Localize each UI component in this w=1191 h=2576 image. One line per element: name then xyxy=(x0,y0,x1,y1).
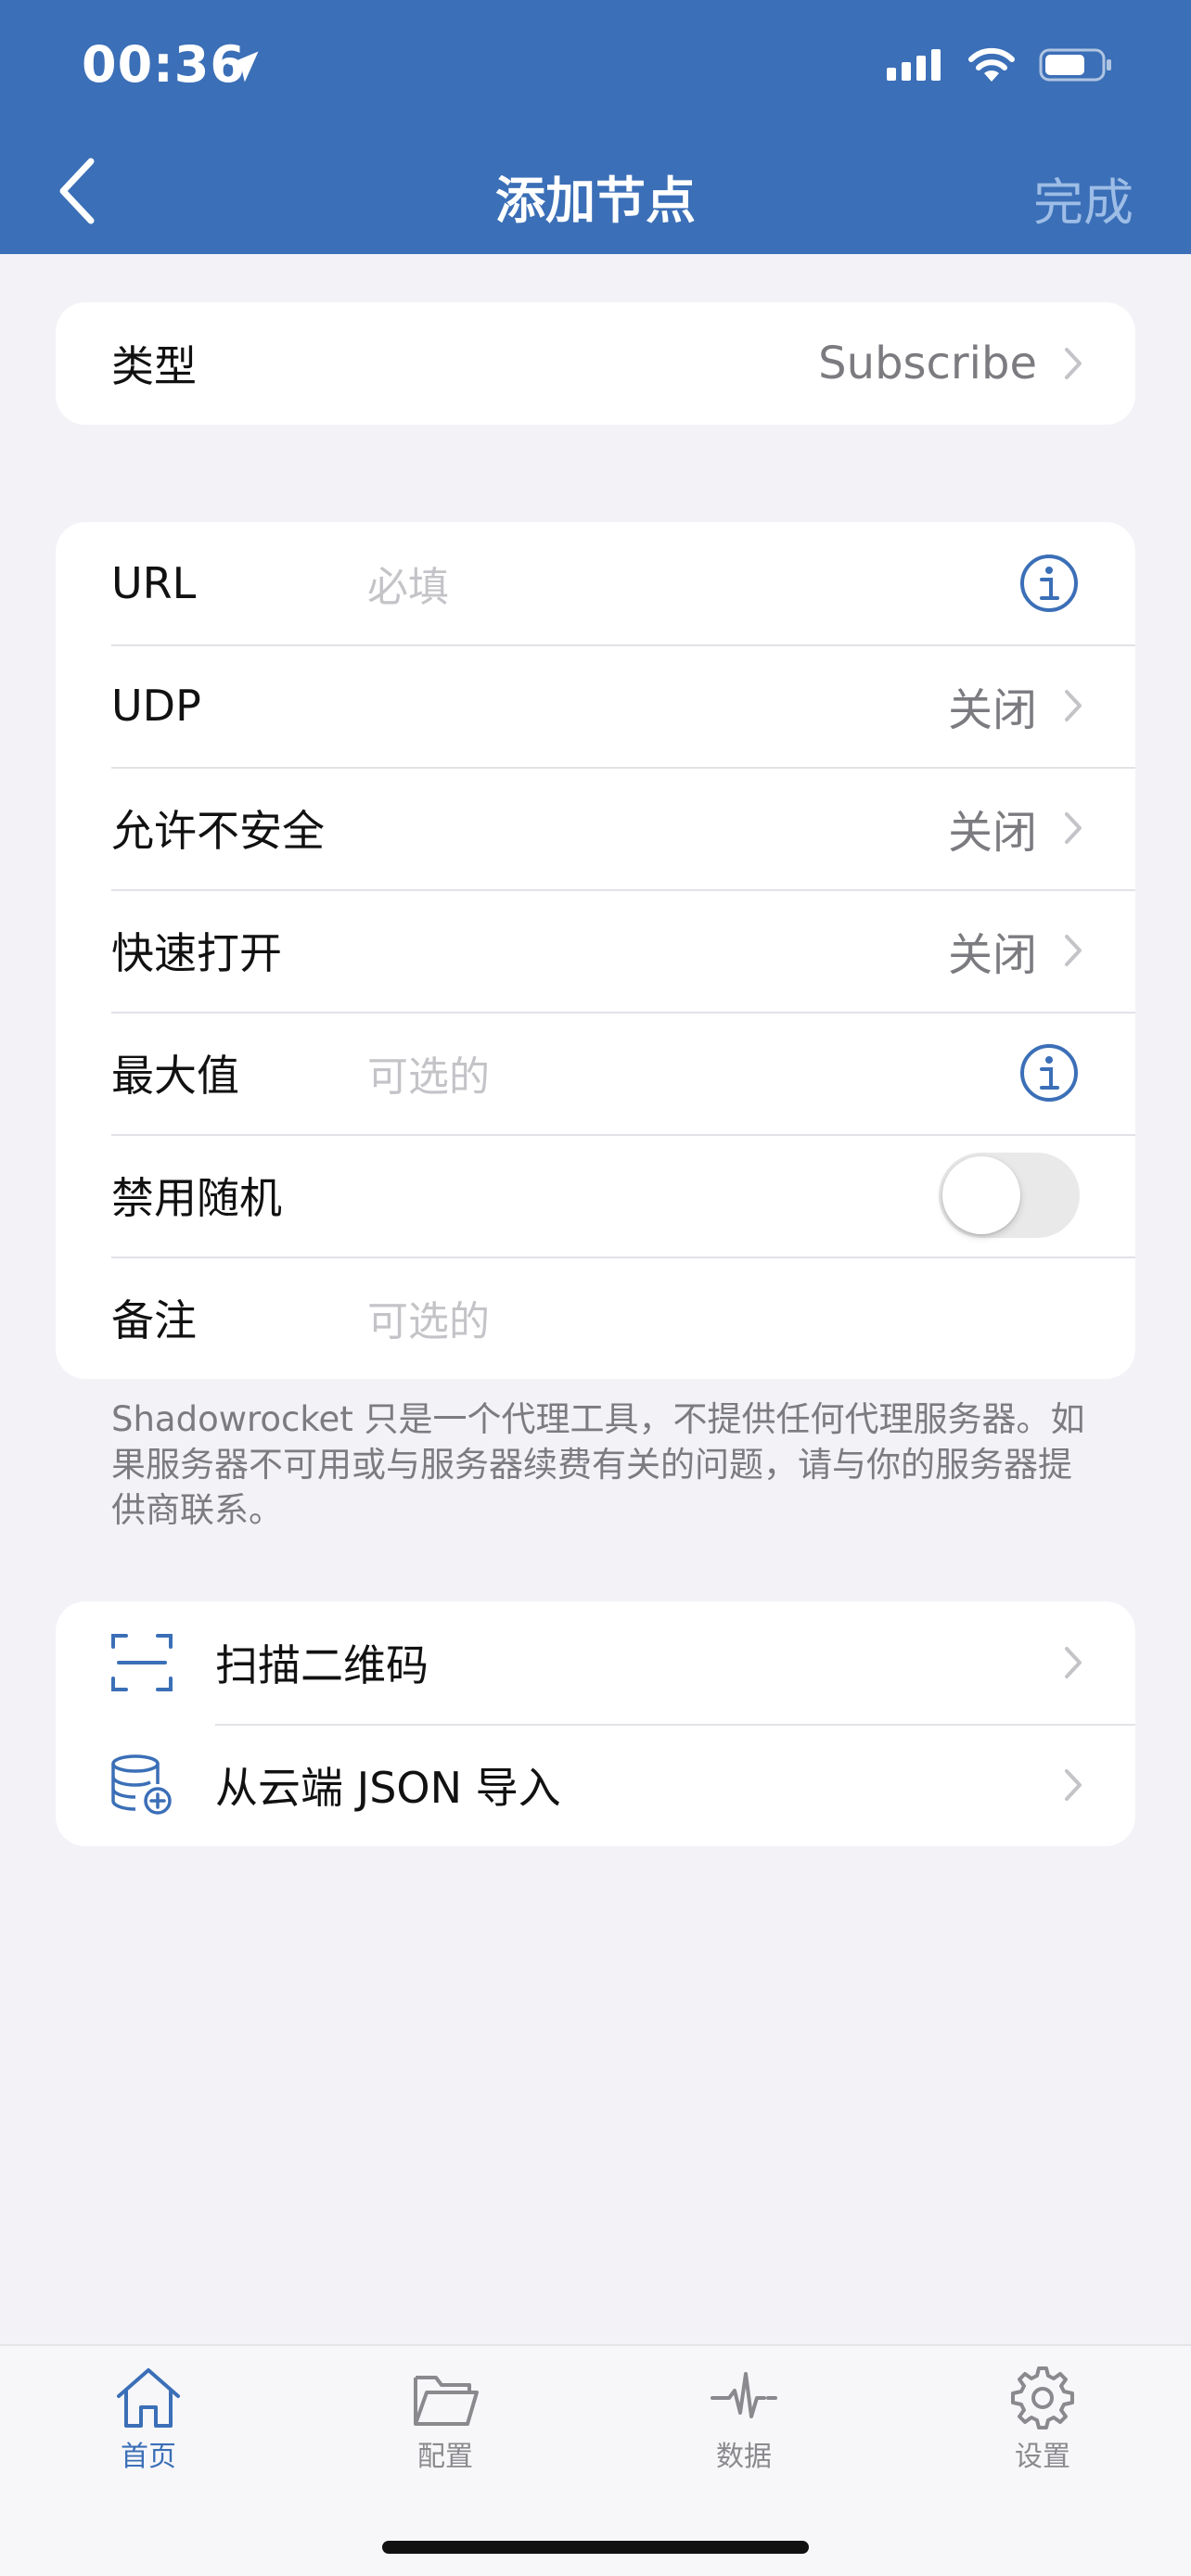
header: 00:36 添加节点 完成 xyxy=(0,0,1191,254)
type-row[interactable]: 类型 Subscribe xyxy=(56,302,1135,425)
scan-qr-label: 扫描二维码 xyxy=(215,1640,429,1690)
remark-input[interactable]: 可选的 xyxy=(367,1288,490,1347)
allow-insecure-row[interactable]: 允许不安全 关闭 xyxy=(56,767,1135,889)
disable-random-row: 禁用随机 xyxy=(56,1134,1135,1256)
type-label: 类型 xyxy=(111,341,197,391)
tab-home-label: 首页 xyxy=(121,2441,176,2473)
import-json-label: 从云端 JSON 导入 xyxy=(215,1763,561,1813)
udp-label: UDP xyxy=(111,681,201,731)
fast-open-label: 快速打开 xyxy=(111,928,282,978)
tab-home[interactable]: 首页 xyxy=(83,2365,213,2474)
allow-insecure-value: 关闭 xyxy=(947,807,1037,859)
import-json-row[interactable]: 从云端 JSON 导入 xyxy=(56,1724,1135,1846)
scan-qr-icon xyxy=(111,1634,173,1691)
info-icon[interactable] xyxy=(1018,1042,1080,1103)
chevron-right-icon xyxy=(1065,1647,1082,1678)
tab-settings-label: 设置 xyxy=(1015,2441,1070,2473)
chevron-right-icon xyxy=(1065,935,1082,966)
max-value-row[interactable]: 最大值 可选的 xyxy=(56,1012,1135,1134)
toggle-knob xyxy=(942,1156,1020,1234)
wifi-icon xyxy=(968,47,1015,82)
gear-icon xyxy=(1011,2366,1074,2429)
url-input[interactable]: 必填 xyxy=(367,554,449,613)
url-row[interactable]: URL 必填 xyxy=(56,522,1135,644)
remark-label: 备注 xyxy=(111,1295,197,1345)
type-value: Subscribe xyxy=(818,338,1037,389)
udp-row[interactable]: UDP 关闭 xyxy=(56,644,1135,767)
cellular-signal-icon xyxy=(887,49,941,81)
tab-settings[interactable]: 设置 xyxy=(978,2365,1108,2474)
allow-insecure-label: 允许不安全 xyxy=(111,806,325,856)
chevron-right-icon xyxy=(1065,812,1082,844)
tab-data[interactable]: 数据 xyxy=(679,2365,809,2474)
import-actions-card: 扫描二维码 从云端 JSON 导入 xyxy=(56,1601,1135,1846)
home-indicator xyxy=(382,2541,809,2554)
fast-open-row[interactable]: 快速打开 关闭 xyxy=(56,889,1135,1012)
status-indicators xyxy=(887,46,1113,83)
fast-open-value: 关闭 xyxy=(947,929,1037,981)
tab-config[interactable]: 配置 xyxy=(380,2365,510,2474)
udp-value: 关闭 xyxy=(947,684,1037,736)
info-icon[interactable] xyxy=(1018,553,1080,614)
done-button[interactable]: 完成 xyxy=(1033,161,1133,235)
activity-icon xyxy=(711,2372,777,2418)
location-arrow-icon xyxy=(227,51,259,83)
disable-random-toggle[interactable] xyxy=(939,1153,1080,1238)
node-form-card: URL 必填 UDP 关闭 允许不安全 关闭 快速打开 关闭 最大值 可选的 禁… xyxy=(56,522,1135,1379)
tab-data-label: 数据 xyxy=(716,2441,772,2473)
type-card: 类型 Subscribe xyxy=(56,302,1135,425)
battery-icon xyxy=(1039,48,1111,82)
scan-qr-row[interactable]: 扫描二维码 xyxy=(56,1601,1135,1724)
database-import-icon xyxy=(111,1754,172,1815)
remark-row[interactable]: 备注 可选的 xyxy=(56,1256,1135,1379)
folder-icon xyxy=(414,2376,479,2426)
chevron-right-icon xyxy=(1065,690,1082,721)
chevron-right-icon xyxy=(1065,348,1082,379)
home-icon xyxy=(117,2368,180,2428)
disclaimer-note: Shadowrocket 只是一个代理工具，不提供任何代理服务器。如果服务器不可… xyxy=(111,1399,1085,1530)
max-value-input[interactable]: 可选的 xyxy=(367,1043,490,1103)
max-value-label: 最大值 xyxy=(111,1051,239,1101)
url-label: URL xyxy=(111,558,197,608)
chevron-right-icon xyxy=(1065,1769,1082,1801)
disable-random-label: 禁用随机 xyxy=(111,1173,282,1223)
add-node-screen: 00:36 添加节点 完成 类型 Subscribe URL 必填 UDP 关闭… xyxy=(0,0,1191,2576)
status-time: 00:36 xyxy=(82,35,246,94)
page-title: 添加节点 xyxy=(495,172,696,230)
tab-config-label: 配置 xyxy=(417,2441,473,2473)
